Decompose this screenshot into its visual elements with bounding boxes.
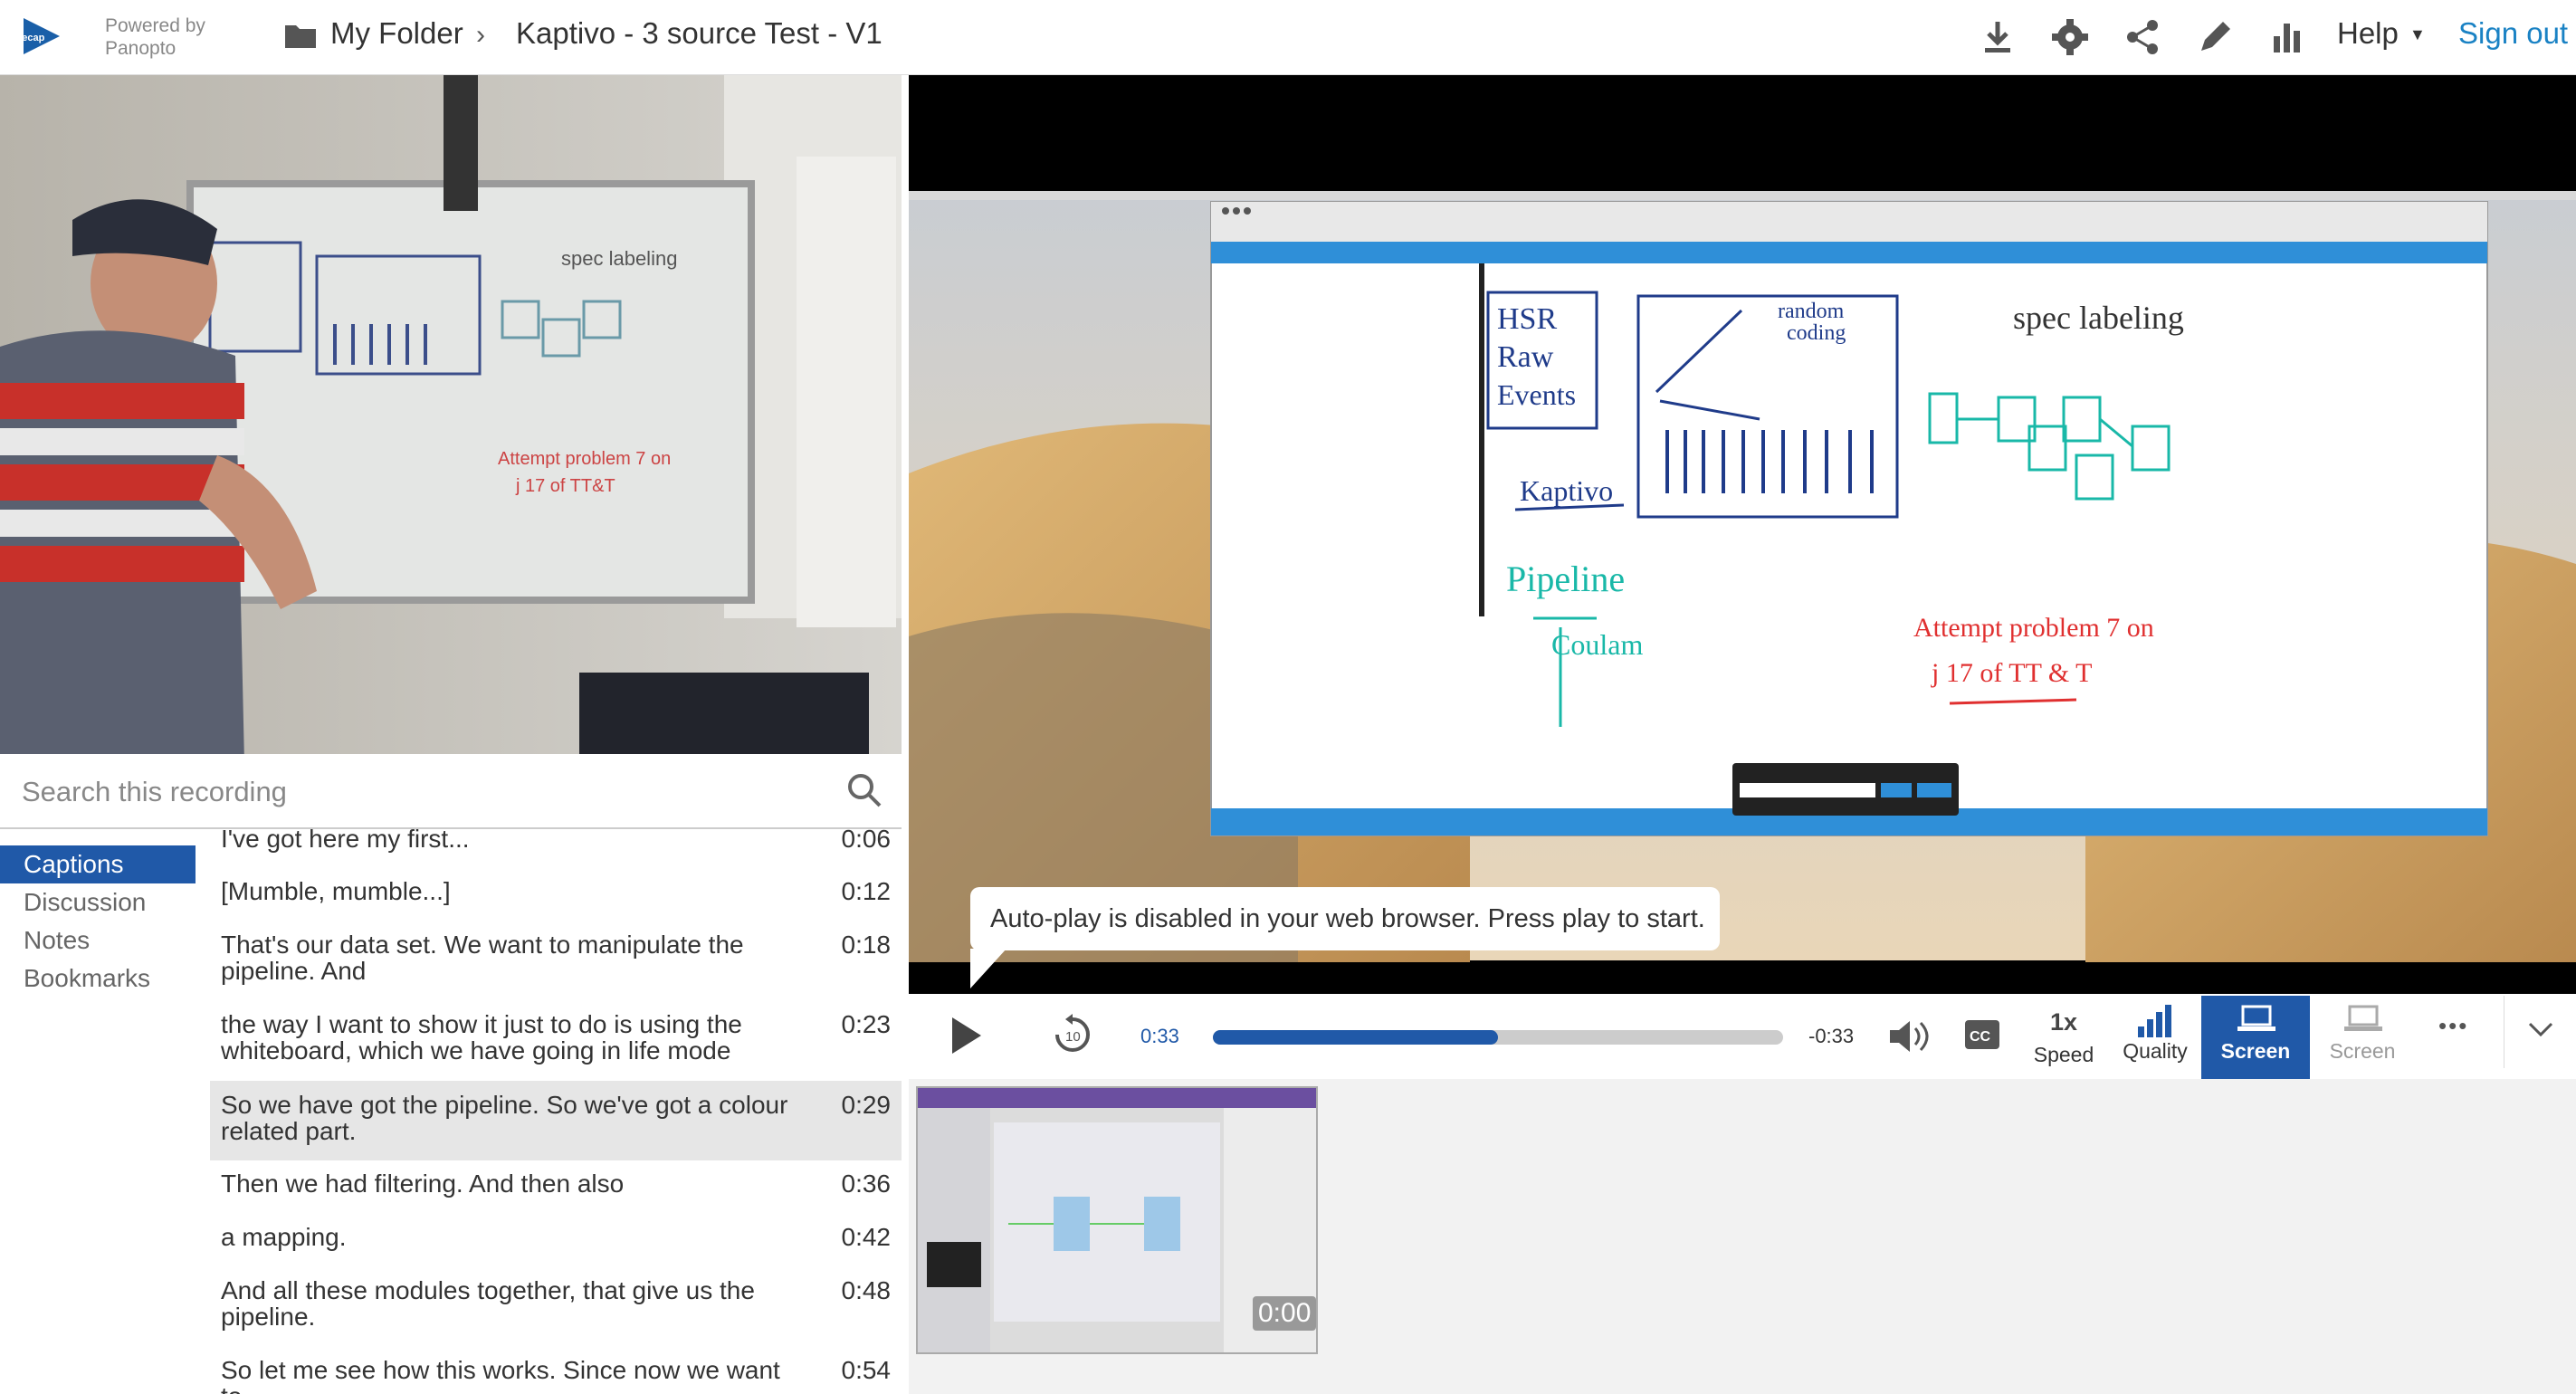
svg-text:Attempt problem 7 on: Attempt problem 7 on [498,449,671,469]
session-title: Kaptivo - 3 source Test - V1 [516,16,883,50]
breadcrumb-folder-link[interactable]: My Folder [330,16,463,51]
autoplay-disabled-tooltip: Auto-play is disabled in your web browse… [970,887,1720,950]
caption-text: So we have got the pipeline. So we've go… [221,1091,788,1145]
speed-label[interactable]: Speed [2027,1043,2100,1067]
svg-text:recap: recap [18,33,45,43]
progress-bar-fill [1213,1030,1498,1045]
svg-text:CC: CC [1970,1029,1991,1045]
nav-captions[interactable]: Captions [0,845,196,883]
caption-text: the way I want to show it just to do is … [221,1010,742,1065]
sign-out-link[interactable]: Sign out [2458,16,2568,51]
caption-time: 0:06 [841,825,892,853]
powered-by-line: Powered by [105,15,205,36]
search-input[interactable] [20,771,820,813]
main-video-player[interactable]: HSR Raw Events Kaptivo random coding spe… [909,75,2576,994]
rewind-10-icon[interactable]: 10 [1050,1012,1095,1062]
svg-text:j 17 of TT & T: j 17 of TT & T [1931,658,2093,688]
svg-text:coding: coding [1787,321,1846,345]
caption-time: 0:12 [841,877,892,905]
caret-down-icon[interactable]: ▼ [2409,25,2426,44]
search-icon[interactable] [845,771,883,814]
captions-list: I've got here my first... 0:06 [Mumble, … [210,824,902,1394]
svg-text:10: 10 [1065,1029,1081,1045]
screen-inactive-label: Screen [2329,1039,2396,1063]
caption-row[interactable]: I've got here my first... 0:06 [210,826,902,871]
screen-button-active[interactable]: Screen [2201,996,2310,1079]
panopto-line: Panopto [105,38,177,59]
caption-text: So let me see how this works. Since now … [221,1356,780,1394]
caption-text: [Mumble, mumble...] [221,877,451,905]
folder-icon [284,22,317,53]
caption-text: I've got here my first... [221,825,470,853]
laptop-icon [2237,1005,2275,1031]
caption-time: 0:23 [841,1010,892,1038]
recap-logo-icon[interactable]: recap [16,14,63,58]
nav-discussion[interactable]: Discussion [0,883,196,921]
nav-bookmarks[interactable]: Bookmarks [0,960,196,998]
svg-text:j 17 of TT&T: j 17 of TT&T [515,476,615,496]
breadcrumb-separator: › [476,20,485,50]
caption-time: 0:48 [841,1276,892,1304]
svg-text:spec labeling: spec labeling [2013,300,2184,336]
caption-time: 0:29 [841,1091,892,1119]
caption-time: 0:54 [841,1356,892,1384]
caption-row[interactable]: That's our data set. We want to manipula… [210,931,902,1004]
caption-time: 0:36 [841,1170,892,1198]
caption-row[interactable]: So let me see how this works. Since now … [210,1357,902,1394]
caption-text: And all these modules together, that giv… [221,1276,755,1331]
svg-text:Kaptivo: Kaptivo [1520,474,1613,507]
svg-text:Raw: Raw [1497,340,1554,374]
caption-time: 0:18 [841,931,892,959]
caption-row[interactable]: [Mumble, mumble...] 0:12 [210,878,902,923]
quality-icon[interactable] [2138,1005,2172,1042]
powered-by-panopto[interactable]: Powered by Panopto [105,14,205,60]
caption-row[interactable]: the way I want to show it just to do is … [210,1011,902,1084]
caption-text: Then we had filtering. And then also [221,1170,625,1198]
gear-icon[interactable] [2049,16,2091,58]
more-options-icon[interactable]: ••• [2438,1012,2468,1040]
current-time: 0:33 [1140,1025,1179,1047]
closed-captions-icon[interactable]: CC [1964,1019,2000,1055]
svg-text:Pipeline: Pipeline [1506,559,1625,599]
nav-notes[interactable]: Notes [0,921,196,960]
svg-text:Attempt problem 7 on: Attempt problem 7 on [1913,613,2154,643]
caption-row[interactable]: Then we had filtering. And then also 0:3… [210,1170,902,1216]
caption-row[interactable]: a mapping. 0:42 [210,1224,902,1269]
play-icon[interactable] [949,1016,985,1060]
caption-time: 0:42 [841,1223,892,1251]
caption-row-current[interactable]: So we have got the pipeline. So we've go… [210,1081,902,1160]
svg-text:random: random [1778,300,1845,323]
laptop-icon [2344,1005,2382,1031]
download-icon[interactable] [1977,16,2018,58]
remaining-time: -0:33 [1808,1025,1855,1047]
tooltip-pointer [970,949,1007,988]
speed-value[interactable]: 1x [2027,1008,2100,1036]
thumbnail-time: 0:00 [1253,1296,1317,1331]
caption-text: a mapping. [221,1223,347,1251]
svg-text:HSR: HSR [1497,302,1557,336]
pencil-icon[interactable] [2194,16,2236,58]
quality-label[interactable]: Quality [2114,1039,2196,1064]
secondary-camera-video[interactable]: spec labeling Attempt problem 7 on j 17 … [0,75,902,754]
caption-row[interactable]: And all these modules together, that giv… [210,1277,902,1350]
screen-active-label: Screen [2220,1039,2291,1063]
screen-button-inactive[interactable]: Screen [2310,996,2415,1079]
stats-icon[interactable] [2266,16,2308,58]
svg-text:spec labeling: spec labeling [561,247,677,270]
chevron-down-icon[interactable] [2527,1021,2554,1044]
caption-text: That's our data set. We want to manipula… [221,931,744,985]
help-menu[interactable]: Help [2337,16,2399,51]
share-icon[interactable] [2122,16,2163,58]
volume-icon[interactable] [1886,1017,1930,1060]
svg-text:Coulam: Coulam [1551,628,1643,661]
svg-text:Events: Events [1497,378,1576,411]
